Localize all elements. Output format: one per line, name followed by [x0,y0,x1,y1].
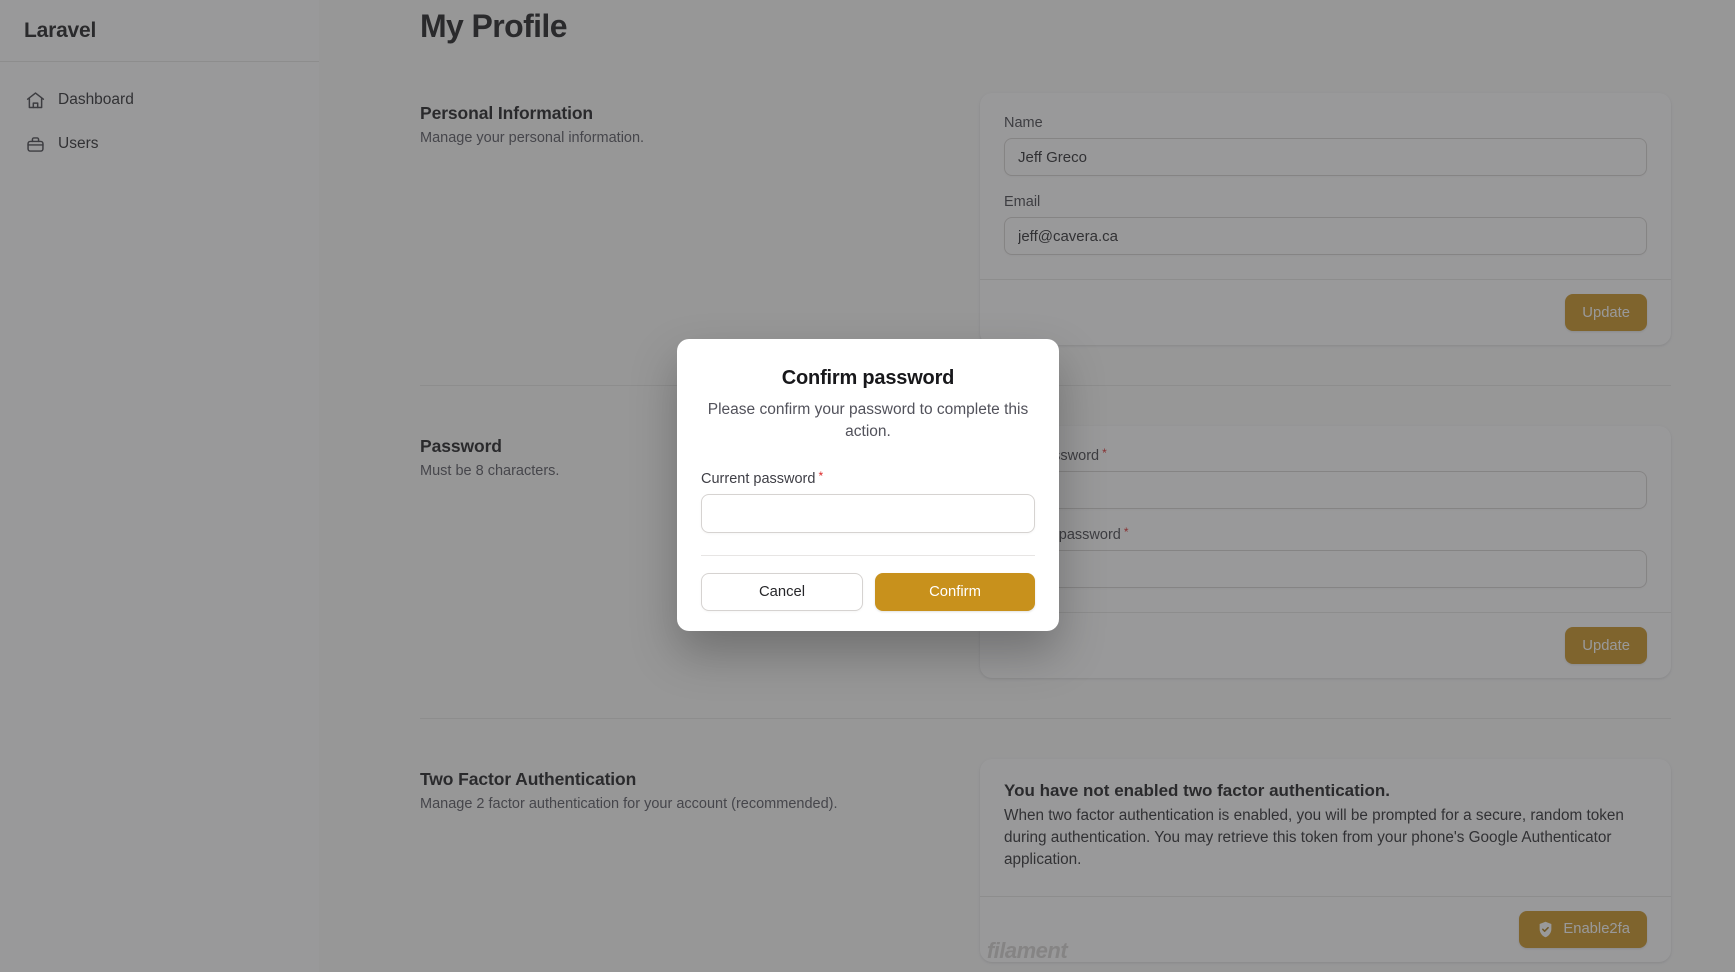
modal-subtitle: Please confirm your password to complete… [707,401,1029,440]
confirm-password-modal: Confirm password Please confirm your pas… [677,339,1059,631]
current-password-label: Current password * [701,469,1035,487]
cancel-button[interactable]: Cancel [701,573,863,611]
current-password-input[interactable] [701,494,1035,533]
required-asterisk: * [818,469,824,483]
current-password-label-text: Current password [701,471,816,487]
confirm-button[interactable]: Confirm [875,573,1035,611]
app-root: Laravel Dashboard [0,0,1735,972]
modal-title: Confirm password [781,367,955,389]
modal-form: Current password * [701,469,1035,555]
modal-actions: Cancel Confirm [701,555,1035,631]
